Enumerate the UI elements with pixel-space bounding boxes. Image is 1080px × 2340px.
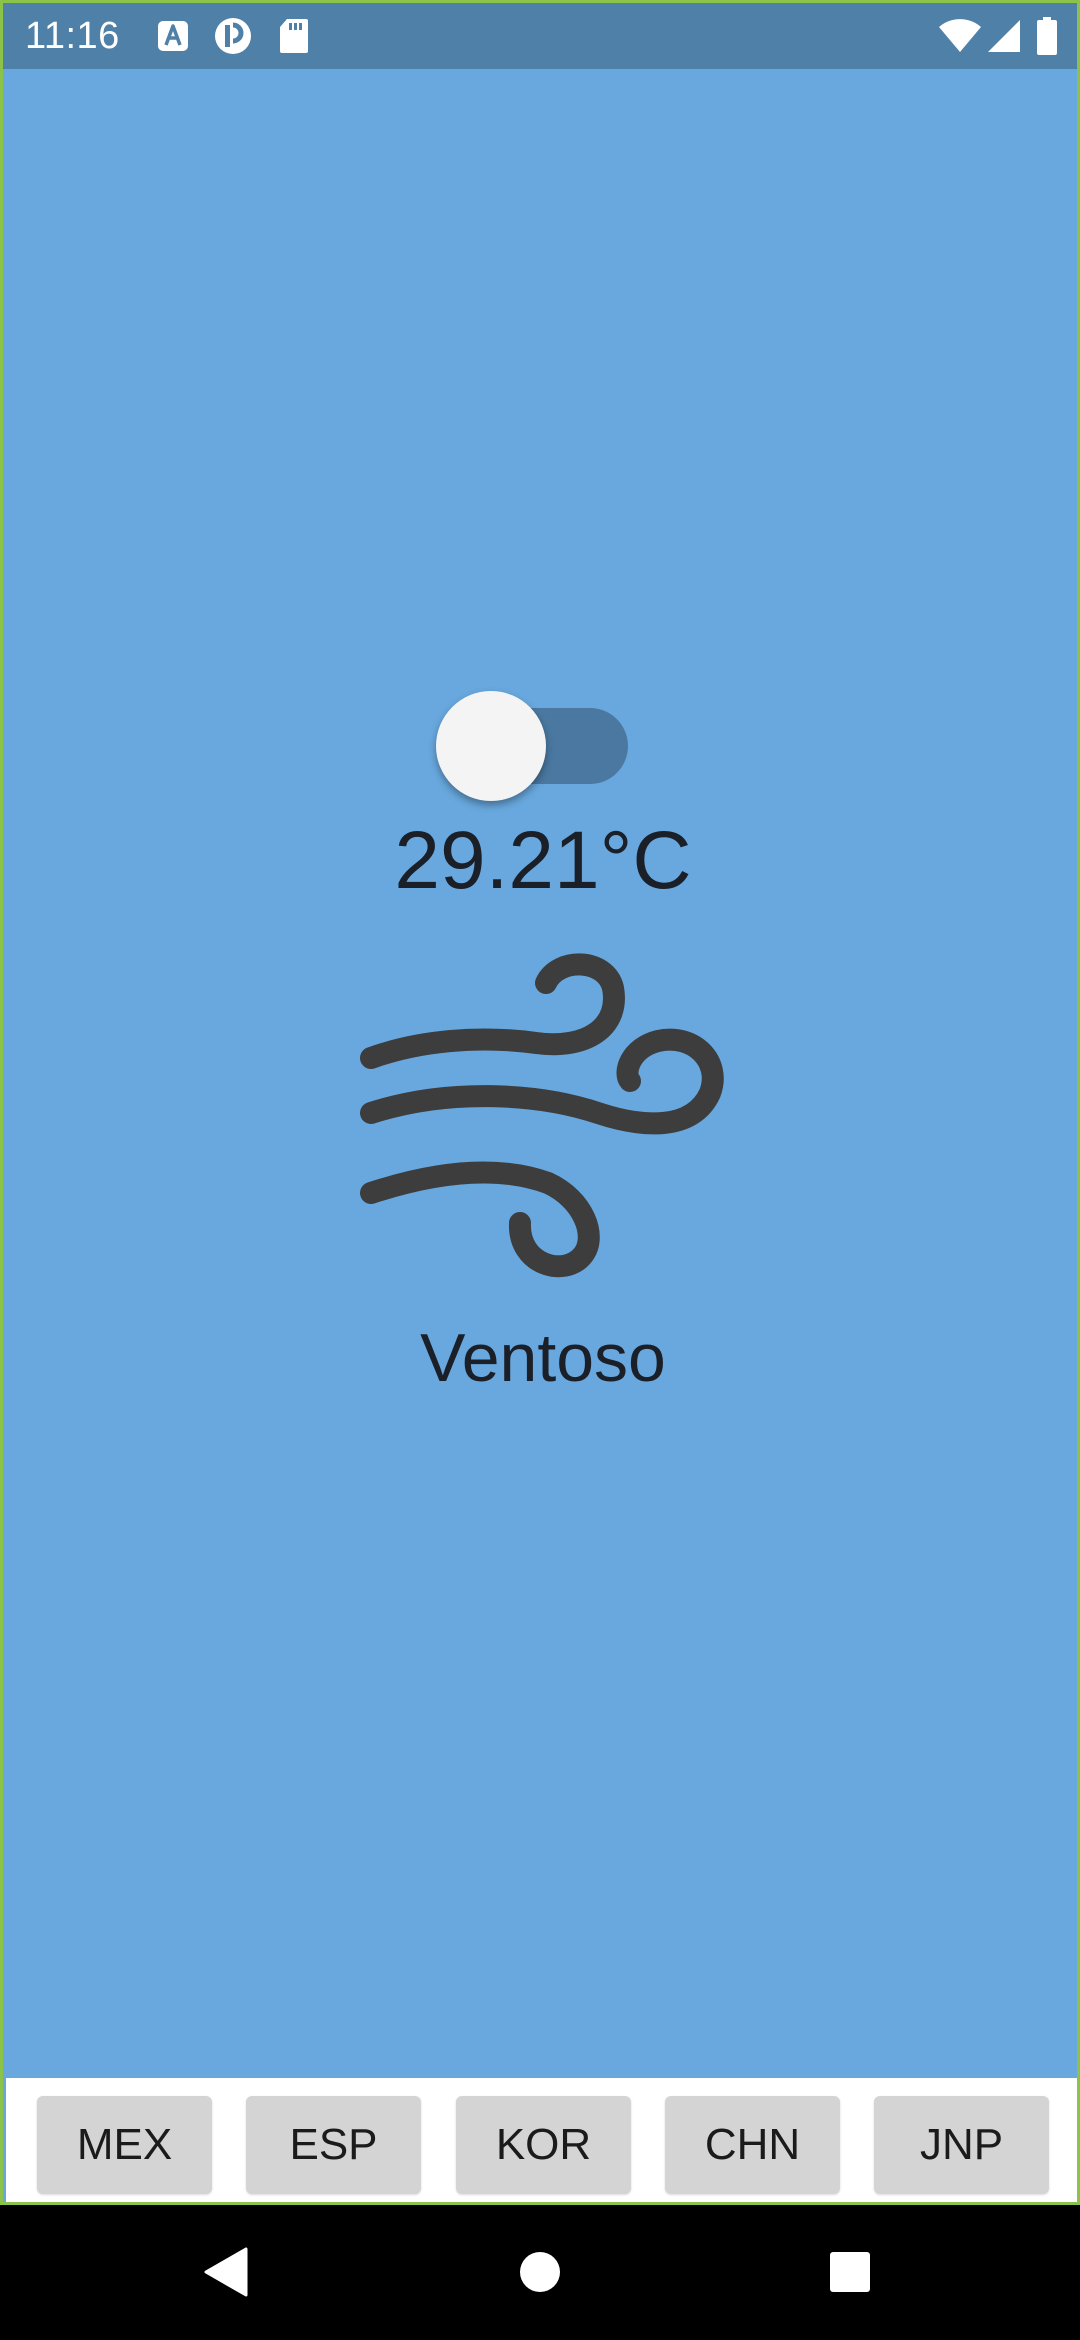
country-button-jnp[interactable]: JNP: [874, 2096, 1049, 2194]
circle-p-icon: [213, 17, 253, 55]
battery-icon: [1035, 17, 1059, 55]
navigation-bar: [0, 2205, 1080, 2340]
switch-thumb[interactable]: [436, 691, 546, 801]
wifi-icon: [938, 17, 982, 55]
weather-condition: Ventoso: [420, 1320, 666, 1396]
recents-icon[interactable]: [815, 2237, 885, 2307]
wind-icon: [358, 953, 728, 1283]
sd-card-icon: [277, 17, 311, 55]
back-icon[interactable]: [190, 2237, 260, 2307]
unit-toggle-switch[interactable]: [433, 688, 638, 803]
signal-icon: [986, 17, 1022, 55]
font-a-icon: [155, 17, 191, 55]
app-window: 11:16 29.21°C Ventoso MEX ESP KOR CHN JN…: [0, 0, 1080, 2205]
country-button-mex[interactable]: MEX: [37, 2096, 212, 2194]
home-icon[interactable]: [505, 2237, 575, 2307]
temperature-value: 29.21°C: [394, 815, 692, 906]
country-button-chn[interactable]: CHN: [665, 2096, 840, 2194]
country-tab-bar: MEX ESP KOR CHN JNP: [6, 2078, 1077, 2202]
status-time: 11:16: [25, 15, 120, 57]
country-button-kor[interactable]: KOR: [456, 2096, 631, 2194]
country-button-esp[interactable]: ESP: [246, 2096, 421, 2194]
status-bar: 11:16: [3, 3, 1077, 69]
